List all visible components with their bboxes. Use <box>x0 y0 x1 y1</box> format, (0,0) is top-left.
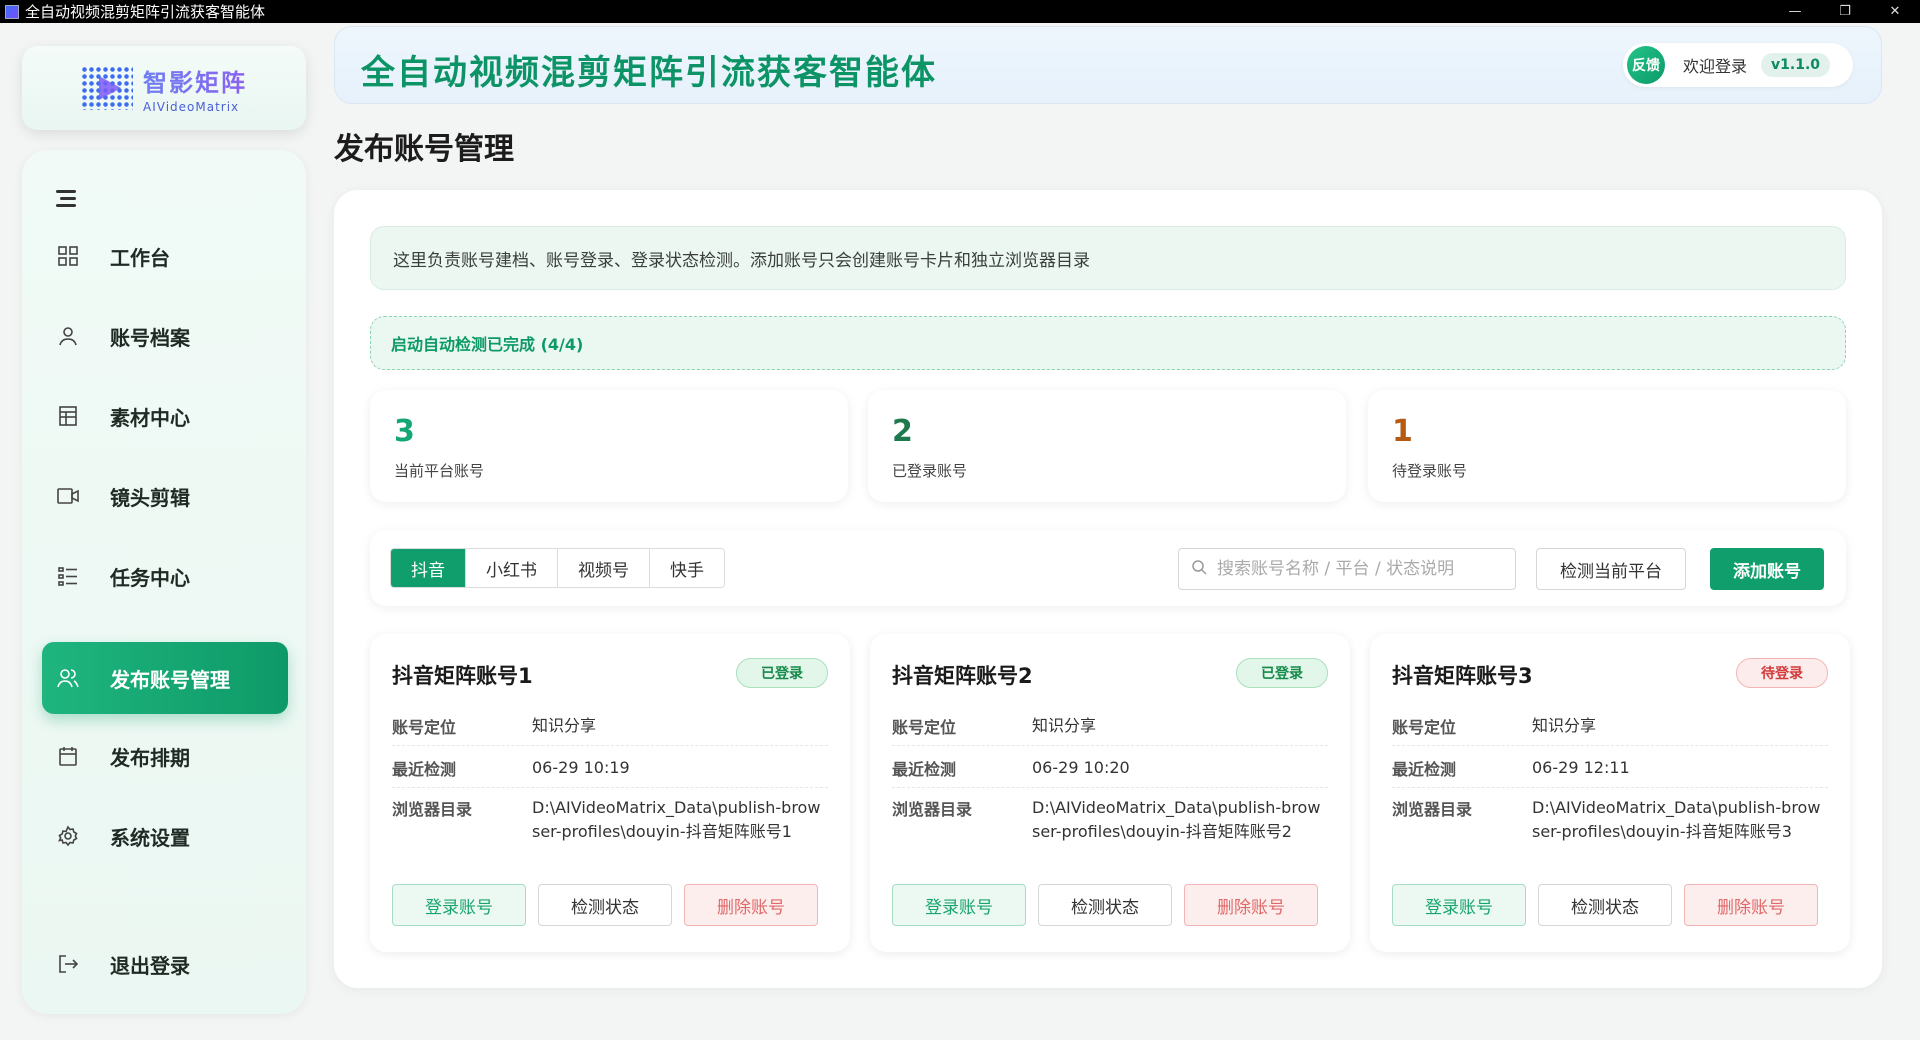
check-status-button[interactable]: 检测状态 <box>1538 884 1672 926</box>
main-panel: 这里负责账号建档、账号登录、登录状态检测。添加账号只会创建账号卡片和独立浏览器目… <box>334 190 1882 988</box>
page-title: 发布账号管理 <box>334 132 514 167</box>
maximize-icon[interactable]: ❐ <box>1820 0 1870 23</box>
add-account-button[interactable]: 添加账号 <box>1710 548 1824 590</box>
grid-icon <box>56 244 80 268</box>
logo-text: 智影矩阵 AIVideoMatrix <box>143 63 247 114</box>
status-badge: 待登录 <box>1736 658 1828 688</box>
login-account-button[interactable]: 登录账号 <box>392 884 526 926</box>
status-badge: 已登录 <box>736 658 828 688</box>
status-badge: 已登录 <box>1236 658 1328 688</box>
sidebar-item-label: 素材中心 <box>110 405 190 430</box>
stat-number: 2 <box>892 414 913 449</box>
delete-account-button[interactable]: 删除账号 <box>1184 884 1318 926</box>
search-input[interactable] <box>1217 559 1497 579</box>
minimize-icon[interactable]: — <box>1770 0 1820 23</box>
account-card: 抖音矩阵账号1 已登录 账号定位 知识分享 最近检测 06-29 10:19 浏… <box>370 634 850 952</box>
table-icon <box>56 404 80 428</box>
account-positioning-row: 账号定位 知识分享 <box>1392 714 1828 746</box>
stat-card-logged-in: 2 已登录账号 <box>868 390 1346 502</box>
stat-card-platform-accounts: 3 当前平台账号 <box>370 390 848 502</box>
sidebar-item-workbench[interactable]: 工作台 <box>42 220 288 292</box>
account-last-check-row: 最近检测 06-29 12:11 <box>1392 756 1828 788</box>
detection-status-banner: 启动自动检测已完成 (4/4) <box>370 316 1846 370</box>
account-name: 抖音矩阵账号2 <box>892 664 1033 688</box>
account-last-check-row: 最近检测 06-29 10:19 <box>392 756 828 788</box>
account-toolbar: 抖音 小红书 视频号 快手 检测当前平台 添加账号 <box>370 530 1846 606</box>
list-icon <box>56 564 80 588</box>
sidebar-item-material-center[interactable]: 素材中心 <box>42 380 288 452</box>
tab-xiaohongshu[interactable]: 小红书 <box>466 549 558 587</box>
header-user-area: 反馈 欢迎登录 v1.1.0 <box>1623 43 1853 87</box>
account-positioning-row: 账号定位 知识分享 <box>892 714 1328 746</box>
sidebar-item-label: 镜头剪辑 <box>110 485 190 510</box>
stat-number: 3 <box>394 414 415 449</box>
account-positioning-row: 账号定位 知识分享 <box>392 714 828 746</box>
sidebar-item-clip-editing[interactable]: 镜头剪辑 <box>42 460 288 532</box>
account-name: 抖音矩阵账号3 <box>1392 664 1533 688</box>
users-icon <box>56 666 80 690</box>
delete-account-button[interactable]: 删除账号 <box>684 884 818 926</box>
sidebar-item-label: 任务中心 <box>110 565 190 590</box>
account-browser-dir-row: 浏览器目录 D:\AIVideoMatrix_Data\publish-brow… <box>1392 798 1821 841</box>
sidebar-item-label: 账号档案 <box>110 325 190 350</box>
login-account-button[interactable]: 登录账号 <box>1392 884 1526 926</box>
logo-mark-icon <box>81 66 133 110</box>
account-card: 抖音矩阵账号3 待登录 账号定位 知识分享 最近检测 06-29 12:11 浏… <box>1370 634 1850 952</box>
stat-card-pending-login: 1 待登录账号 <box>1368 390 1846 502</box>
stat-label: 待登录账号 <box>1392 462 1468 480</box>
sidebar-item-task-center[interactable]: 任务中心 <box>42 540 288 612</box>
sidebar-item-label: 发布排期 <box>110 745 190 770</box>
tab-kuaishou[interactable]: 快手 <box>650 549 724 587</box>
sidebar-item-label: 发布账号管理 <box>110 667 230 692</box>
sidebar-item-publish-schedule[interactable]: 发布排期 <box>42 720 288 792</box>
search-icon <box>1191 559 1207 579</box>
app-title: 全自动视频混剪矩阵引流获客智能体 <box>361 53 937 93</box>
tab-douyin[interactable]: 抖音 <box>391 549 466 587</box>
close-icon[interactable]: ✕ <box>1870 0 1920 23</box>
welcome-text: 欢迎登录 <box>1683 57 1748 76</box>
check-platform-button[interactable]: 检测当前平台 <box>1536 548 1686 590</box>
account-last-check-row: 最近检测 06-29 10:20 <box>892 756 1328 788</box>
platform-tabs: 抖音 小红书 视频号 快手 <box>390 548 725 588</box>
sidebar-item-system-settings[interactable]: 系统设置 <box>42 800 288 872</box>
stat-number: 1 <box>1392 414 1413 449</box>
sidebar-item-label: 系统设置 <box>110 825 190 850</box>
check-status-button[interactable]: 检测状态 <box>538 884 672 926</box>
app-icon <box>5 4 19 19</box>
logo-name-cn: 智影矩阵 <box>143 63 247 98</box>
app-header: 全自动视频混剪矩阵引流获客智能体 反馈 欢迎登录 v1.1.0 <box>334 26 1882 104</box>
info-banner: 这里负责账号建档、账号登录、登录状态检测。添加账号只会创建账号卡片和独立浏览器目… <box>370 226 1846 290</box>
video-camera-icon <box>56 484 80 508</box>
stat-label: 当前平台账号 <box>394 462 485 480</box>
account-browser-dir-row: 浏览器目录 D:\AIVideoMatrix_Data\publish-brow… <box>392 798 821 841</box>
account-browser-dir-row: 浏览器目录 D:\AIVideoMatrix_Data\publish-brow… <box>892 798 1321 841</box>
window-titlebar: 全自动视频混剪矩阵引流获客智能体 — ❐ ✕ <box>0 0 1920 23</box>
logout-label: 退出登录 <box>110 953 190 978</box>
logout-button[interactable]: 退出登录 <box>42 928 288 1000</box>
sidebar: 工作台 账号档案 素材中心 镜头剪辑 任务中心 发布账号管理 发布排期 系统设置… <box>22 150 306 1014</box>
account-card: 抖音矩阵账号2 已登录 账号定位 知识分享 最近检测 06-29 10:20 浏… <box>870 634 1350 952</box>
search-box <box>1178 548 1516 590</box>
sidebar-item-publish-accounts[interactable]: 发布账号管理 <box>42 642 288 714</box>
logout-icon <box>56 952 80 976</box>
gear-icon <box>56 824 80 848</box>
window-title: 全自动视频混剪矩阵引流获客智能体 <box>25 3 266 21</box>
feedback-button[interactable]: 反馈 <box>1627 46 1665 84</box>
logo-card: 智影矩阵 AIVideoMatrix <box>22 46 306 130</box>
stat-label: 已登录账号 <box>892 462 968 480</box>
version-badge: v1.1.0 <box>1761 53 1831 77</box>
sidebar-item-account-profile[interactable]: 账号档案 <box>42 300 288 372</box>
account-name: 抖音矩阵账号1 <box>392 664 533 688</box>
login-account-button[interactable]: 登录账号 <box>892 884 1026 926</box>
menu-collapse-icon[interactable] <box>56 186 80 210</box>
delete-account-button[interactable]: 删除账号 <box>1684 884 1818 926</box>
tab-shipinhao[interactable]: 视频号 <box>558 549 650 587</box>
window-controls: — ❐ ✕ <box>1770 0 1920 23</box>
check-status-button[interactable]: 检测状态 <box>1038 884 1172 926</box>
user-icon <box>56 324 80 348</box>
sidebar-item-label: 工作台 <box>110 245 170 270</box>
logo-name-en: AIVideoMatrix <box>143 99 240 114</box>
calendar-icon <box>56 744 80 768</box>
